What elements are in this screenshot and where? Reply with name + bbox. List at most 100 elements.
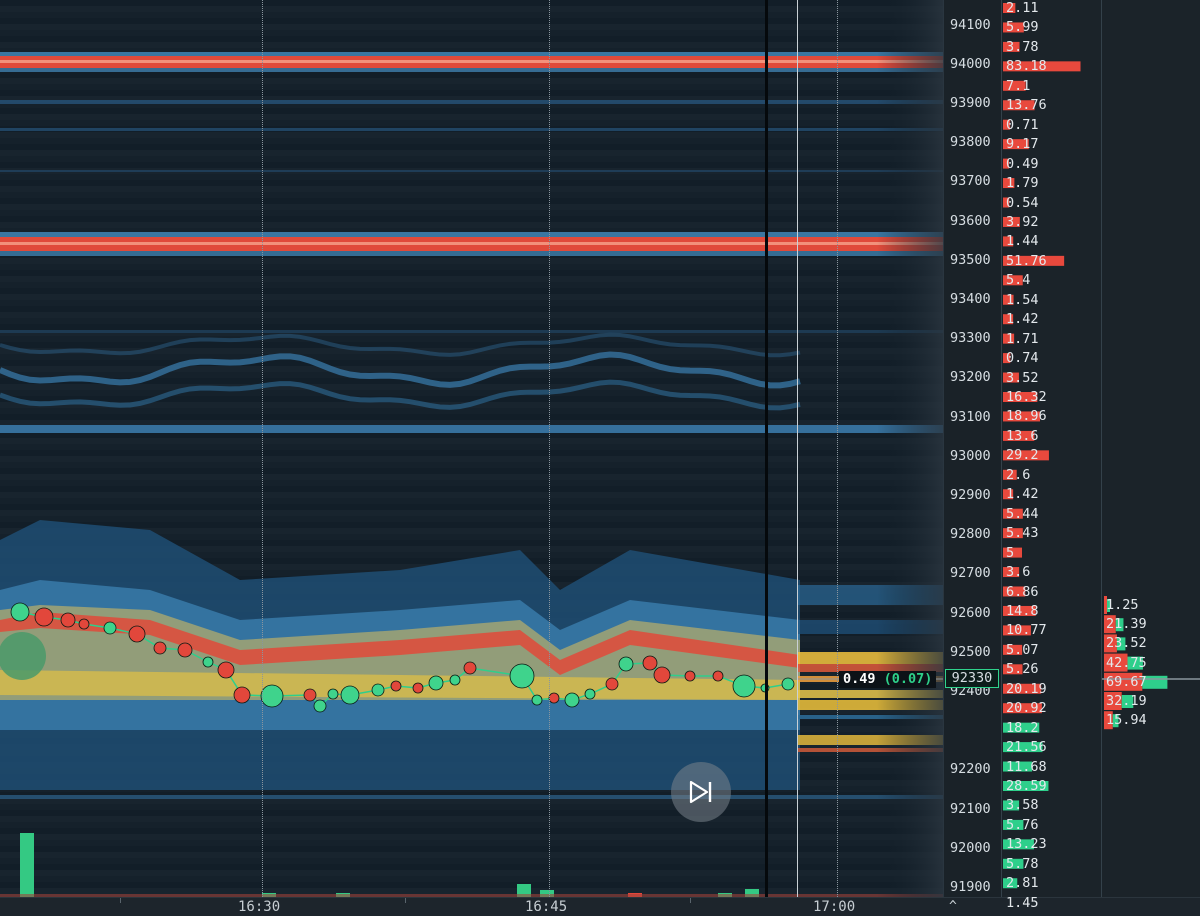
axis-corner: ^ [943, 897, 1200, 916]
price-label: 92800 [950, 526, 991, 543]
volume-value: 7.1 [1006, 77, 1031, 94]
volume-value: 3.6 [1006, 564, 1031, 581]
current-trade-badge: 0.49 (0.07) [839, 671, 937, 688]
order-book-heatmap[interactable] [0, 0, 943, 897]
volume-value: 2.11 [1006, 0, 1039, 16]
price-label: 93600 [950, 212, 991, 229]
price-scale[interactable]: 94100 94000 93900 93800 93700 93600 93500 93400… [943, 0, 1002, 897]
volume-value: 1.45 [1006, 894, 1039, 911]
heatmap-trading-view: 0.49 (0.07) 94100 94000 93900 93800 93700 936… [0, 0, 1200, 916]
volume-value: 1.71 [1006, 330, 1039, 347]
volume-value: 13.76 [1006, 97, 1047, 114]
trade-delta: (0.07) [883, 671, 933, 687]
time-tick [120, 898, 121, 903]
volume-value: 6.86 [1006, 583, 1039, 600]
trade-size: 0.49 [843, 671, 876, 687]
volume-value: 3.52 [1006, 369, 1039, 386]
volume-value: 5.44 [1006, 505, 1039, 522]
skip-forward-icon [689, 780, 712, 804]
volume-value: 29.2 [1006, 447, 1039, 464]
session-profile-bars [1102, 596, 1200, 730]
session-volume-value: 69.67 [1106, 673, 1147, 690]
price-label: 92900 [950, 486, 991, 503]
volume-value: 0.71 [1006, 116, 1039, 133]
current-price-marker: 92330 [945, 669, 999, 688]
volume-value: 10.77 [1006, 622, 1047, 639]
time-tick [405, 898, 406, 903]
volume-value: 2.6 [1006, 466, 1031, 483]
volume-value: 28.59 [1006, 778, 1047, 794]
session-volume-value: 42.75 [1106, 654, 1147, 671]
volume-value: 1.42 [1006, 486, 1039, 503]
volume-value: 3.92 [1006, 213, 1039, 230]
price-label: 92200 [950, 761, 991, 778]
volume-value: 5.43 [1006, 525, 1039, 542]
time-axis[interactable]: 16:30 16:45 17:00 [0, 897, 943, 916]
replay-skip-button[interactable] [671, 762, 731, 822]
heatmap-fade [0, 0, 943, 897]
volume-value: 0.74 [1006, 350, 1039, 367]
volume-value: 0.49 [1006, 155, 1039, 172]
volume-value: 1.44 [1006, 233, 1039, 250]
price-label: 93000 [950, 447, 991, 464]
price-label: 94100 [950, 16, 991, 33]
volume-value: 1.79 [1006, 175, 1039, 192]
volume-value: 3.78 [1006, 38, 1039, 55]
volume-value: 20.19 [1006, 680, 1047, 697]
volume-value: 5.4 [1006, 272, 1031, 289]
volume-value: 21.56 [1006, 739, 1047, 756]
replay-position-line [765, 0, 768, 897]
volume-value: 14.8 [1006, 602, 1039, 619]
price-label: 91900 [950, 878, 991, 895]
price-label: 93300 [950, 330, 991, 347]
volume-value: 5 [1006, 544, 1015, 561]
chevron-up-icon[interactable]: ^ [949, 899, 957, 915]
time-gridline-1700 [837, 0, 838, 897]
session-volume-value: 21.39 [1106, 616, 1147, 633]
volume-value: 0.54 [1006, 194, 1039, 211]
volume-value: 1.54 [1006, 291, 1039, 308]
volume-value: 83.18 [1006, 58, 1047, 75]
volume-value: 1.42 [1006, 311, 1039, 328]
session-volume-value: 15.94 [1106, 712, 1147, 729]
time-label: 16:45 [525, 899, 568, 915]
volume-value: 18.2 [1006, 719, 1039, 736]
price-label: 92000 [950, 839, 991, 856]
price-label: 93700 [950, 173, 991, 190]
price-label: 92100 [950, 800, 991, 817]
session-volume-value: 1.25 [1106, 597, 1139, 613]
price-label: 92600 [950, 604, 991, 621]
time-gridline-1630 [262, 0, 263, 897]
volume-value: 13.23 [1006, 836, 1047, 853]
price-label: 92500 [950, 643, 991, 660]
heatmap-canvas [0, 0, 943, 897]
volume-value: 5.78 [1006, 855, 1039, 872]
now-line [797, 0, 798, 897]
volume-value: 13.6 [1006, 427, 1039, 444]
volume-value: 18.96 [1006, 408, 1047, 425]
volume-value: 5.26 [1006, 661, 1039, 678]
price-label: 93500 [950, 251, 991, 268]
price-label: 93900 [950, 94, 991, 111]
price-label: 93800 [950, 134, 991, 151]
volume-value: 3.58 [1006, 797, 1039, 814]
volume-value: 16.32 [1006, 389, 1047, 405]
price-label: 93100 [950, 408, 991, 425]
volume-value: 11.68 [1006, 758, 1047, 775]
price-label: 93200 [950, 369, 991, 386]
volume-value: 51.76 [1006, 252, 1047, 269]
time-label: 16:30 [238, 899, 281, 915]
session-volume-value: 32.19 [1106, 693, 1147, 709]
volume-value: 9.17 [1006, 136, 1039, 153]
session-volume-value: 23.52 [1106, 635, 1147, 652]
volume-value: 2.81 [1006, 875, 1039, 892]
price-label: 92700 [950, 565, 991, 582]
volume-profile: 2.11 5.99 3.78 83.18 7.1 13.76 0.71 9.17 0.49 1.7… [1001, 0, 1102, 916]
volume-value: 5.07 [1006, 641, 1039, 658]
volume-value: 5.99 [1006, 19, 1039, 36]
time-gridline-1645 [549, 0, 550, 897]
time-label: 17:00 [813, 899, 856, 915]
price-label: 93400 [950, 290, 991, 307]
volume-value: 5.76 [1006, 816, 1039, 833]
session-volume-profile: 1.25 21.39 23.52 42.75 69.67 32.19 15.94 [1101, 0, 1200, 897]
